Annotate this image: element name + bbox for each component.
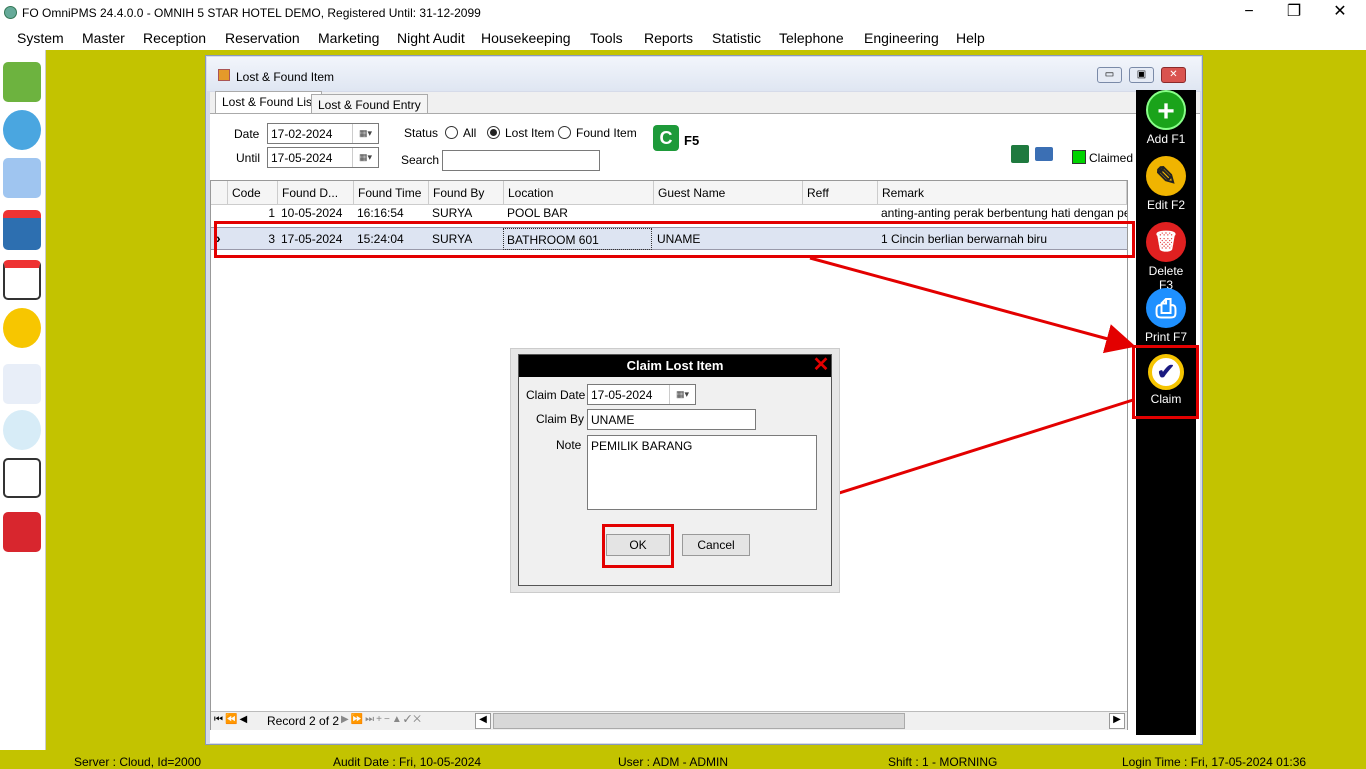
claim-date-picker[interactable]: 17-05-2024 ▦▾	[587, 384, 696, 405]
status-bar: Server : Cloud, Id=2000 Audit Date : Fri…	[0, 752, 1366, 769]
note-label: Note	[556, 438, 582, 452]
dialog-close-icon[interactable]: ✕	[812, 355, 830, 375]
claim-date-value: 17-05-2024	[591, 388, 653, 402]
user-info: User : ADM - ADMIN	[618, 755, 729, 769]
dialog-title: Claim Lost Item	[519, 355, 831, 377]
claim-date-label: Claim Date	[526, 388, 586, 402]
audit-date: Audit Date : Fri, 10-05-2024	[333, 755, 482, 769]
arrow-to-claim	[809, 256, 1136, 354]
login-time: Login Time : Fri, 17-05-2024 01:36	[1122, 755, 1307, 769]
calendar-dropdown-icon[interactable]: ▦▾	[669, 385, 695, 404]
ok-highlight-box	[602, 524, 674, 568]
claim-by-label: Claim By	[536, 412, 585, 426]
claim-by-input[interactable]: UNAME	[587, 409, 756, 430]
cancel-button[interactable]: Cancel	[682, 534, 750, 556]
shift-info: Shift : 1 - MORNING	[888, 755, 998, 769]
claim-lost-item-dialog: Claim Lost Item ✕ Claim Date 17-05-2024 …	[518, 354, 832, 586]
server-info: Server : Cloud, Id=2000	[74, 755, 202, 769]
note-textarea[interactable]: PEMILIK BARANG	[587, 435, 817, 510]
